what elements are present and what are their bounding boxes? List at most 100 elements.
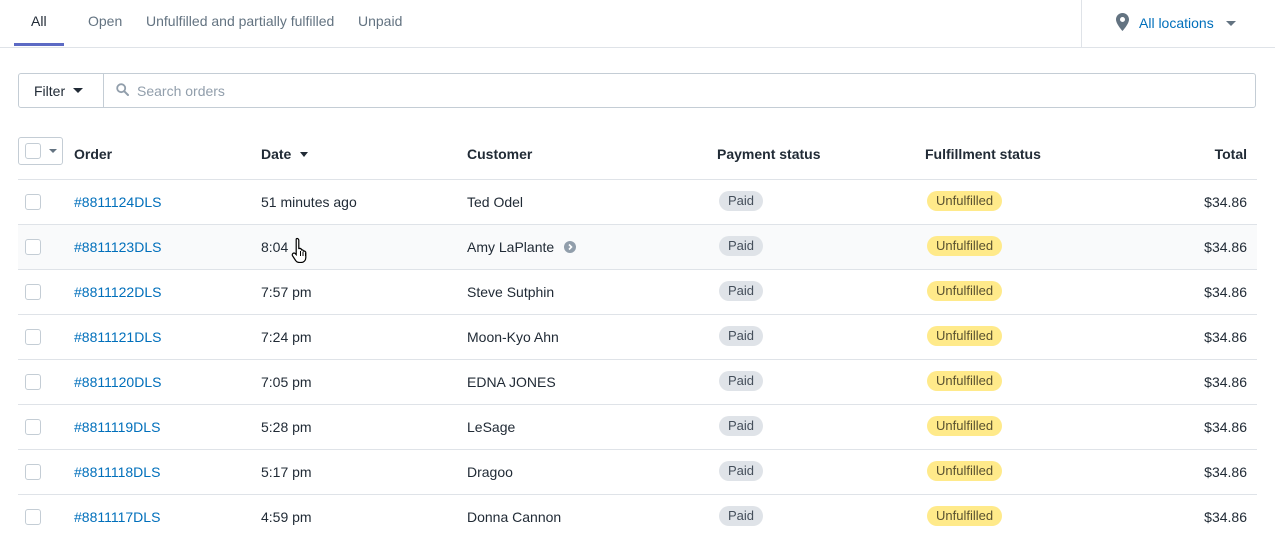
row-checkbox[interactable] [25, 284, 41, 300]
order-number-link[interactable]: #8811118DLS [74, 450, 160, 495]
chevron-right-icon[interactable] [564, 241, 577, 254]
fulfillment-status-badge: Unfulfilled [927, 371, 1003, 391]
order-number-link[interactable]: #8811120DLS [74, 360, 161, 405]
order-date: 5:28 pm [261, 419, 312, 435]
customer-name: Moon-Kyo Ahn [467, 329, 559, 345]
table-row[interactable]: #8811124DLS 51 minutes ago Ted Odel Paid Unf… [18, 180, 1257, 225]
filter-label: Filter [34, 82, 66, 99]
table-row[interactable]: #8811118DLS 5:17 pm Dragoo Paid Unfulfilled $… [18, 450, 1257, 495]
location-pin-icon [1116, 12, 1129, 34]
fulfillment-status-badge: Unfulfilled [927, 461, 1003, 481]
column-header-date-label: Date [261, 146, 292, 162]
tab-unfulfilled[interactable]: Unfulfilled and partially fulfilled [146, 0, 334, 47]
order-total: $34.86 [1204, 374, 1247, 390]
fulfillment-status-badge: Unfulfilled [927, 281, 1003, 301]
column-header-order[interactable]: Order [74, 146, 112, 162]
payment-status-badge: Paid [719, 191, 764, 211]
search-icon [116, 82, 129, 99]
payment-status-badge: Paid [719, 371, 764, 391]
payment-status-badge: Paid [719, 281, 764, 301]
tab-open[interactable]: Open [88, 0, 122, 47]
select-all-checkbox[interactable] [18, 137, 63, 165]
row-checkbox[interactable] [25, 374, 41, 390]
customer-cell: EDNA JONES [467, 360, 556, 405]
checkbox [25, 143, 41, 159]
divider [1081, 0, 1082, 47]
column-header-payment-status[interactable]: Payment status [717, 146, 820, 162]
order-date: 7:24 pm [261, 329, 312, 345]
order-date: 51 minutes ago [261, 194, 357, 210]
location-label: All locations [1139, 15, 1214, 31]
order-total: $34.86 [1204, 464, 1247, 480]
table-header: Order Date Customer Payment status Fulfi… [18, 134, 1257, 180]
row-checkbox[interactable] [25, 194, 41, 210]
customer-name: Donna Cannon [467, 509, 562, 525]
search-input[interactable] [137, 82, 1237, 99]
order-number-link[interactable]: #8811123DLS [74, 225, 161, 270]
payment-status-badge: Paid [719, 326, 764, 346]
order-date: 5:17 pm [261, 464, 312, 480]
payment-status-badge: Paid [719, 416, 764, 436]
table-row[interactable]: #8811120DLS 7:05 pm EDNA JONES Paid Unfulfil… [18, 360, 1257, 405]
tab-all[interactable]: All [31, 0, 47, 47]
chevron-down-icon [73, 88, 84, 93]
fulfillment-status-badge: Unfulfilled [927, 236, 1003, 256]
row-checkbox[interactable] [25, 329, 41, 345]
order-total: $34.86 [1204, 239, 1247, 255]
fulfillment-status-badge: Unfulfilled [927, 506, 1003, 526]
row-checkbox[interactable] [25, 239, 41, 255]
customer-name: EDNA JONES [467, 374, 556, 390]
row-checkbox[interactable] [25, 509, 41, 525]
customer-name: Amy LaPlante [467, 239, 555, 255]
order-total: $34.86 [1204, 509, 1247, 525]
table-row[interactable]: #8811122DLS 7:57 pm Steve Sutphin Paid Unful… [18, 270, 1257, 315]
customer-name: LeSage [467, 419, 516, 435]
customer-name: Dragoo [467, 464, 513, 480]
search-box [103, 73, 1256, 108]
payment-status-badge: Paid [719, 461, 764, 481]
chevron-down-icon [1225, 20, 1236, 26]
customer-cell: Donna Cannon [467, 495, 561, 539]
order-number-link[interactable]: #8811122DLS [74, 270, 161, 315]
column-header-customer[interactable]: Customer [467, 146, 532, 162]
customer-cell: Ted Odel [467, 180, 523, 225]
table-row[interactable]: #8811119DLS 5:28 pm LeSage Paid Unfulfilled $… [18, 405, 1257, 450]
order-date: 7:57 pm [261, 284, 312, 300]
order-number-link[interactable]: #8811119DLS [74, 405, 160, 450]
fulfillment-status-badge: Unfulfilled [927, 191, 1003, 211]
column-header-date[interactable]: Date [261, 146, 309, 162]
table-row[interactable]: #8811123DLS 8:04 Amy LaPlante Paid Unfulfill… [18, 225, 1257, 270]
table-row[interactable]: #8811117DLS 4:59 pm Donna Cannon Paid Unfulf… [18, 495, 1257, 539]
payment-status-badge: Paid [719, 506, 764, 526]
active-tab-indicator [14, 43, 64, 46]
customer-cell: Steve Sutphin [467, 270, 554, 315]
order-number-link[interactable]: #8811121DLS [74, 315, 161, 360]
order-date: 8:04 [261, 239, 289, 255]
column-header-fulfillment-status[interactable]: Fulfillment status [925, 146, 1041, 162]
location-selector[interactable]: All locations [1116, 12, 1236, 34]
sort-descending-icon [300, 152, 309, 157]
column-header-total[interactable]: Total [1215, 146, 1247, 162]
order-total: $34.86 [1204, 194, 1247, 210]
payment-status-badge: Paid [719, 236, 764, 256]
order-tabs-bar: All Open Unfulfilled and partially fulfi… [0, 0, 1275, 48]
order-number-link[interactable]: #8811124DLS [74, 180, 161, 225]
order-total: $34.86 [1204, 329, 1247, 345]
row-checkbox[interactable] [25, 419, 41, 435]
row-checkbox[interactable] [25, 464, 41, 480]
customer-cell: Dragoo [467, 450, 513, 495]
customer-cell: Amy LaPlante [467, 225, 577, 270]
order-date: 7:05 pm [261, 374, 312, 390]
table-row[interactable]: #8811121DLS 7:24 pm Moon-Kyo Ahn Paid Unfulf… [18, 315, 1257, 360]
customer-name: Ted Odel [467, 194, 524, 210]
customer-cell: LeSage [467, 405, 515, 450]
customer-name: Steve Sutphin [467, 284, 555, 300]
filter-button[interactable]: Filter [18, 73, 104, 108]
fulfillment-status-badge: Unfulfilled [927, 326, 1003, 346]
tab-unpaid[interactable]: Unpaid [358, 0, 402, 47]
fulfillment-status-badge: Unfulfilled [927, 416, 1003, 436]
order-number-link[interactable]: #8811117DLS [74, 495, 160, 539]
order-total: $34.86 [1204, 419, 1247, 435]
order-total: $34.86 [1204, 284, 1247, 300]
chevron-down-icon [49, 149, 57, 153]
